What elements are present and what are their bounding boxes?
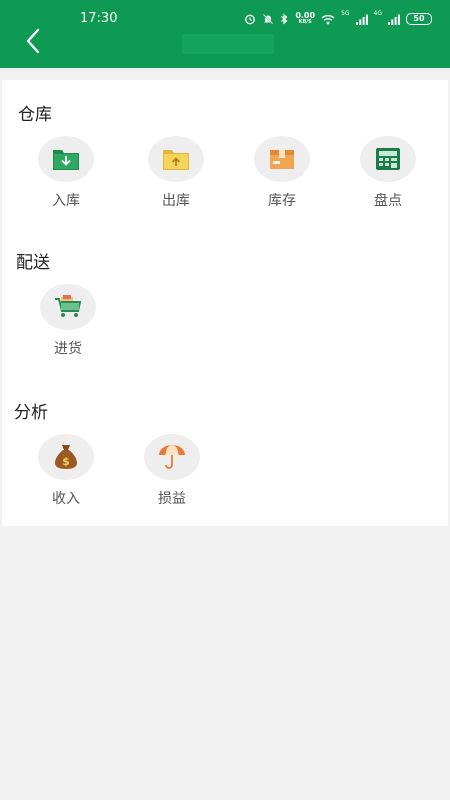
svg-text:$: $ bbox=[62, 455, 70, 468]
status-time: 17:30 bbox=[80, 11, 118, 26]
grid-item-stock-out[interactable]: 出库 bbox=[136, 136, 216, 210]
folder-download-icon bbox=[53, 150, 79, 170]
shopping-cart-icon bbox=[55, 295, 82, 317]
grid-item-stock-in[interactable]: 入库 bbox=[26, 136, 106, 210]
alarm-icon bbox=[244, 13, 256, 25]
net-speed-unit: KB/S bbox=[298, 19, 312, 25]
signal-icon bbox=[355, 14, 368, 25]
folder-upload-icon bbox=[163, 150, 189, 170]
status-bar: 17:30 0.00 KB/S 5G 4G 50 bbox=[0, 0, 450, 30]
calculator-icon bbox=[376, 148, 400, 170]
battery-indicator: 50 bbox=[406, 13, 432, 25]
signal-label-5g: 5G bbox=[341, 10, 350, 17]
money-bag-icon: $ bbox=[55, 445, 77, 469]
section-title-delivery: 配送 bbox=[16, 253, 50, 273]
icon-circle bbox=[38, 136, 94, 182]
icon-circle bbox=[40, 284, 96, 330]
icon-circle bbox=[360, 136, 416, 182]
item-label: 入库 bbox=[52, 193, 80, 209]
icon-circle bbox=[148, 136, 204, 182]
icon-circle bbox=[254, 136, 310, 182]
chevron-left-icon bbox=[26, 28, 40, 54]
net-speed: 0.00 KB/S bbox=[295, 12, 315, 26]
item-label: 进货 bbox=[54, 341, 82, 357]
item-label: 收入 bbox=[52, 491, 80, 507]
item-label: 出库 bbox=[162, 193, 190, 209]
section-title-warehouse: 仓库 bbox=[18, 105, 52, 125]
page-title-placeholder bbox=[182, 34, 274, 54]
content-panel: 仓库 入库 出库 库存 盘点 配送 进货 分析 $ 收入 损益 bbox=[2, 80, 448, 526]
wifi-icon bbox=[321, 14, 335, 25]
grid-item-profit-loss[interactable]: 损益 bbox=[132, 434, 212, 508]
grid-item-stocktake[interactable]: 盘点 bbox=[348, 136, 428, 210]
icon-circle: $ bbox=[38, 434, 94, 480]
umbrella-icon bbox=[159, 445, 185, 469]
signal-label-4g: 4G bbox=[373, 10, 382, 17]
item-label: 损益 bbox=[158, 491, 186, 507]
grid-item-purchase[interactable]: 进货 bbox=[28, 284, 108, 358]
package-box-icon bbox=[270, 150, 294, 169]
section-title-analysis: 分析 bbox=[14, 403, 48, 423]
signal-icon-2 bbox=[388, 14, 400, 25]
grid-item-inventory[interactable]: 库存 bbox=[242, 136, 322, 210]
status-icons: 0.00 KB/S 5G 4G 50 bbox=[244, 11, 432, 27]
mute-icon bbox=[262, 13, 274, 25]
grid-item-income[interactable]: $ 收入 bbox=[26, 434, 106, 508]
item-label: 库存 bbox=[268, 193, 296, 209]
app-bar: 17:30 0.00 KB/S 5G 4G 50 bbox=[0, 0, 450, 68]
item-label: 盘点 bbox=[374, 193, 402, 209]
bluetooth-icon bbox=[280, 13, 289, 25]
back-button[interactable] bbox=[18, 26, 48, 56]
icon-circle bbox=[144, 434, 200, 480]
